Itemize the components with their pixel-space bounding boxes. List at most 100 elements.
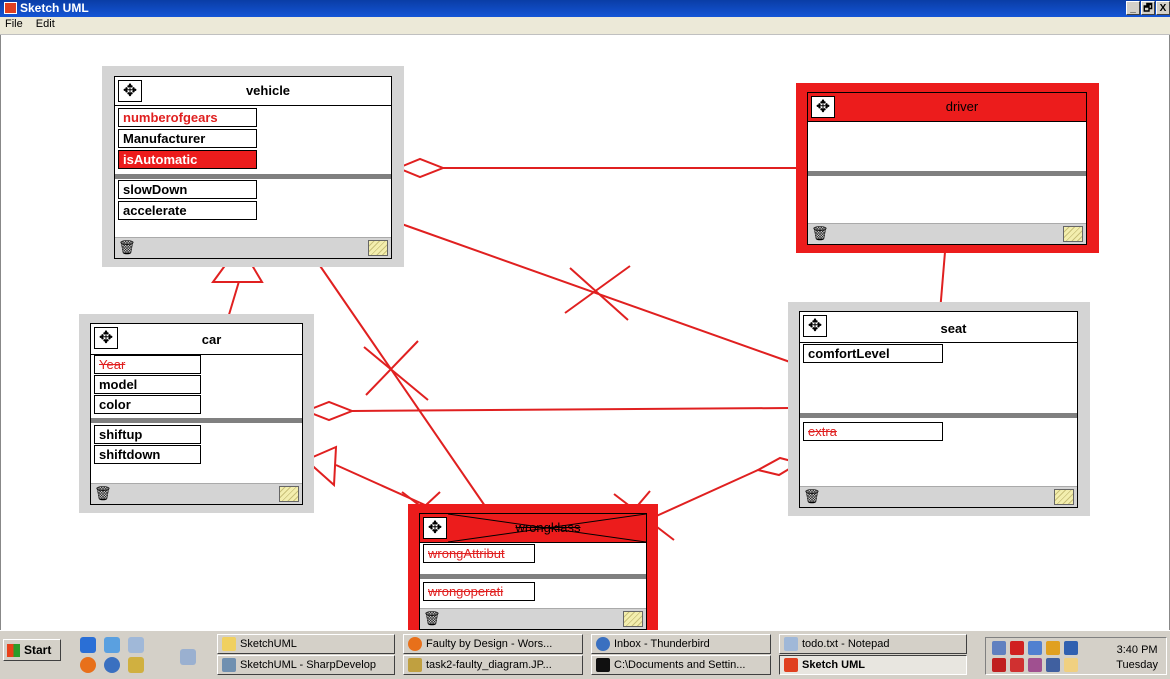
resize-handle-icon[interactable]	[1054, 489, 1074, 505]
attribute-numberofgears[interactable]: numberofgears	[118, 108, 257, 127]
windows-logo-icon	[7, 644, 20, 657]
class-name-driver[interactable]: driver	[838, 99, 1086, 114]
task-sharpdevelop[interactable]: SketchUML - SharpDevelop	[217, 655, 395, 675]
operation-shiftup[interactable]: shiftup	[94, 425, 201, 444]
attribute-color[interactable]: color	[94, 395, 201, 414]
attribute-comfortlevel[interactable]: comfortLevel	[803, 344, 943, 363]
clock-day: Tuesday	[1116, 659, 1158, 671]
trash-icon[interactable]: 🗑	[94, 485, 112, 502]
task-faulty-diagram-image[interactable]: task2-faulty_diagram.JP...	[403, 655, 583, 675]
operation-accelerate[interactable]: accelerate	[118, 201, 257, 220]
mail-icon[interactable]	[180, 649, 196, 665]
acrobat-icon[interactable]	[1010, 658, 1024, 672]
restore-button[interactable]: 🗗	[1141, 1, 1155, 15]
attribute-year[interactable]: Year	[94, 355, 201, 374]
operation-extra[interactable]: extra	[803, 422, 943, 441]
section-divider	[115, 174, 391, 179]
operation-wrongoperati[interactable]: wrongoperati	[423, 582, 535, 601]
section-divider	[808, 171, 1086, 176]
close-button[interactable]: X	[1156, 1, 1170, 15]
display-icon[interactable]	[1064, 641, 1078, 655]
trash-icon[interactable]: 🗑	[811, 225, 829, 242]
resize-handle-icon[interactable]	[623, 611, 643, 627]
class-header: ✥ seat	[800, 312, 1077, 343]
attribute-isautomatic[interactable]: isAutomatic	[118, 150, 257, 169]
class-box-driver[interactable]: ✥ driver 🗑	[796, 83, 1099, 253]
resize-handle-icon[interactable]	[279, 486, 299, 502]
antivirus-icon[interactable]	[1010, 641, 1024, 655]
thunderbird-icon[interactable]	[104, 657, 120, 673]
task-thunderbird[interactable]: Inbox - Thunderbird	[591, 634, 771, 654]
trash-icon[interactable]: 🗑	[803, 488, 821, 505]
attribute-wrongattribut[interactable]: wrongAttribut	[423, 544, 535, 563]
class-footer: 🗑	[420, 608, 646, 629]
class-name-car[interactable]: car	[121, 332, 302, 347]
task-sketch-uml[interactable]: Sketch UML	[779, 655, 967, 675]
clock[interactable]: 3:40 PM Tuesday	[1116, 643, 1158, 673]
class-footer: 🗑	[808, 223, 1086, 244]
operation-slowdown[interactable]: slowDown	[118, 180, 257, 199]
resize-handle-icon[interactable]	[1063, 226, 1083, 242]
image-icon	[408, 658, 422, 672]
usb-icon[interactable]	[1046, 658, 1060, 672]
sketchuml-icon	[784, 658, 798, 672]
resize-handle-icon[interactable]	[368, 240, 388, 256]
notepad-icon	[784, 637, 798, 651]
task-faulty-by-design[interactable]: Faulty by Design - Wors...	[403, 634, 583, 654]
class-name-seat[interactable]: seat	[830, 321, 1077, 336]
class-box-vehicle[interactable]: ✥ vehicle numberofgears Manufacturer isA…	[102, 66, 404, 267]
start-label: Start	[24, 643, 52, 657]
console-icon	[596, 658, 610, 672]
trash-icon[interactable]: 🗑	[118, 239, 136, 256]
ie-icon[interactable]	[80, 637, 96, 653]
taskbar: Start SketchUML SketchUML - SharpDevelop…	[0, 630, 1170, 679]
move-icon[interactable]: ✥	[118, 80, 142, 102]
window-controls: _ 🗗 X	[1126, 1, 1170, 16]
firefox-icon[interactable]	[80, 657, 96, 673]
network-icon[interactable]	[1028, 641, 1042, 655]
app-icon	[4, 2, 17, 14]
menu-edit[interactable]: Edit	[31, 17, 60, 31]
firefox-icon	[408, 637, 422, 651]
menu-file[interactable]: File	[0, 17, 28, 31]
menu-bar: File Edit	[0, 17, 1170, 35]
move-icon[interactable]: ✥	[94, 327, 118, 349]
pen-icon[interactable]	[1046, 641, 1060, 655]
folder-icon	[222, 637, 236, 651]
cross-out-mark	[448, 514, 646, 542]
move-icon[interactable]: ✥	[803, 315, 827, 337]
class-box-car[interactable]: ✥ car Year model color shiftup shiftdown…	[79, 314, 314, 513]
start-button[interactable]: Start	[3, 639, 61, 661]
thunderbird-icon	[596, 637, 610, 651]
attribute-model[interactable]: model	[94, 375, 201, 394]
section-divider	[91, 418, 302, 423]
clock-time: 3:40 PM	[1116, 644, 1158, 656]
class-footer: 🗑	[115, 237, 391, 258]
class-box-wrongklass[interactable]: ✥ wrongklass wrongAttribut wrongoperati …	[408, 504, 658, 630]
move-icon[interactable]: ✥	[423, 517, 447, 539]
move-icon[interactable]: ✥	[811, 96, 835, 118]
class-box-seat[interactable]: ✥ seat comfortLevel extra 🗑	[788, 302, 1090, 516]
attribute-manufacturer[interactable]: Manufacturer	[118, 129, 257, 148]
class-name-vehicle[interactable]: vehicle	[145, 83, 391, 98]
sharpdevelop-icon	[222, 658, 236, 672]
trash-icon[interactable]: 🗑	[423, 610, 441, 627]
security-icon[interactable]	[992, 658, 1006, 672]
task-command-prompt[interactable]: C:\Documents and Settin...	[591, 655, 771, 675]
task-notepad[interactable]: todo.txt - Notepad	[779, 634, 967, 654]
messenger-icon[interactable]	[104, 637, 120, 653]
operation-shiftdown[interactable]: shiftdown	[94, 445, 201, 464]
volume-icon[interactable]	[992, 641, 1006, 655]
update-icon[interactable]	[1028, 658, 1042, 672]
hand-icon[interactable]	[1064, 658, 1078, 672]
class-header: ✥ wrongklass	[420, 514, 646, 543]
task-sketchuml-folder[interactable]: SketchUML	[217, 634, 395, 654]
system-tray: 3:40 PM Tuesday	[985, 637, 1167, 675]
section-divider	[800, 413, 1077, 418]
section-divider	[420, 574, 646, 579]
notepad-icon[interactable]	[128, 637, 144, 653]
class-footer: 🗑	[91, 483, 302, 504]
minimize-button[interactable]: _	[1126, 1, 1140, 15]
class-header: ✥ vehicle	[115, 77, 391, 106]
tool-icon[interactable]	[128, 657, 144, 673]
